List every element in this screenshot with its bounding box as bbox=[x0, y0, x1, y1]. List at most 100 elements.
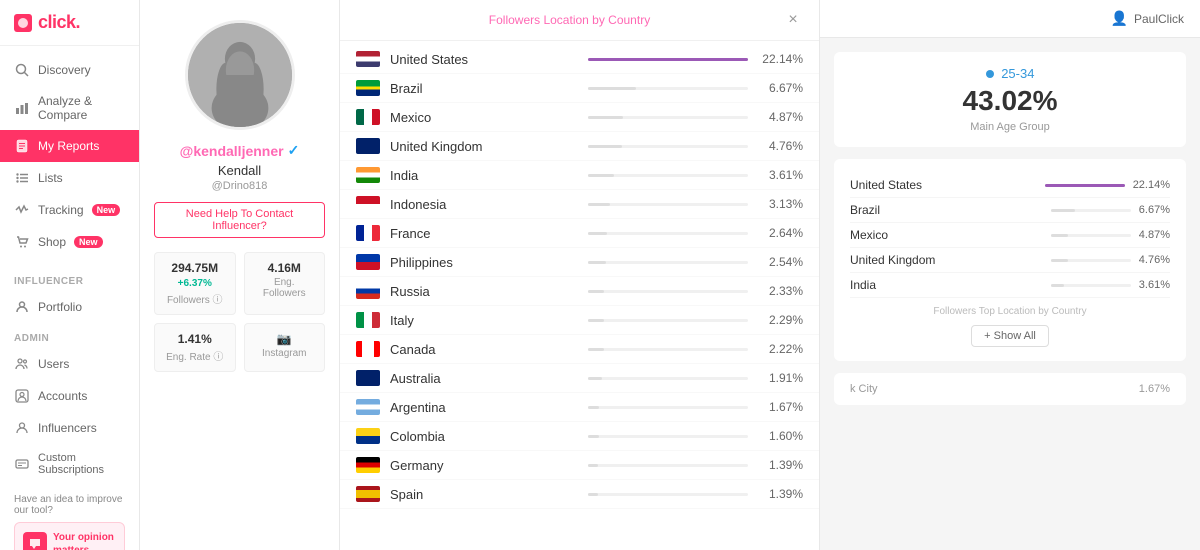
top-bar: 👤 PaulClick bbox=[820, 0, 1200, 38]
country-name: Mexico bbox=[390, 110, 578, 125]
country-bar bbox=[588, 145, 622, 148]
users-icon bbox=[14, 356, 30, 372]
eng-rate-label: Eng. Rate ⓘ bbox=[163, 348, 227, 363]
sidebar-item-tracking[interactable]: Tracking New bbox=[0, 194, 139, 226]
country-row: Germany 1.39% bbox=[340, 451, 819, 480]
stat-platform: 📷 Instagram bbox=[244, 323, 326, 372]
country-bar-wrap bbox=[588, 116, 748, 119]
modal-close-button[interactable]: × bbox=[783, 10, 803, 30]
country-name: Colombia bbox=[390, 429, 578, 444]
country-flag bbox=[356, 428, 380, 444]
followers-value: 294.75M +6.37% bbox=[163, 261, 227, 289]
sidebar-item-accounts[interactable]: Accounts bbox=[0, 380, 139, 412]
country-bar-wrap bbox=[588, 435, 748, 438]
contact-button[interactable]: Need Help To Contact Influencer? bbox=[154, 202, 325, 238]
location-bar-wrap bbox=[1051, 284, 1131, 287]
location-name: United Kingdom bbox=[850, 253, 1043, 267]
age-range-row: 25-34 bbox=[850, 66, 1170, 81]
country-bar-wrap bbox=[588, 87, 748, 90]
country-bar bbox=[588, 232, 607, 235]
opinion-box[interactable]: Your opinion matters bbox=[14, 522, 125, 550]
logo-icon bbox=[14, 14, 32, 32]
tracking-badge: New bbox=[92, 204, 121, 216]
lists-label: Lists bbox=[38, 171, 63, 185]
admin-section-label: ADMIN bbox=[0, 323, 139, 348]
sidebar-item-analyze[interactable]: Analyze & Compare bbox=[0, 86, 139, 130]
country-pct: 2.29% bbox=[758, 313, 803, 327]
country-row: Argentina 1.67% bbox=[340, 393, 819, 422]
tracking-label: Tracking bbox=[38, 203, 84, 217]
country-name: Australia bbox=[390, 371, 578, 386]
location-bar bbox=[1051, 259, 1068, 262]
country-bar bbox=[588, 87, 636, 90]
stats-grid: 294.75M +6.37% Followers ⓘ 4.16M Eng. Fo… bbox=[154, 252, 325, 372]
country-bar-wrap bbox=[588, 232, 748, 235]
country-flag bbox=[356, 254, 380, 270]
location-name: United States bbox=[850, 178, 1037, 192]
location-pct: 3.61% bbox=[1139, 279, 1170, 291]
sidebar-item-lists[interactable]: Lists bbox=[0, 162, 139, 194]
country-bar-wrap bbox=[588, 261, 748, 264]
logo-text: click. bbox=[38, 12, 80, 33]
sidebar-item-discovery[interactable]: Discovery bbox=[0, 54, 139, 86]
country-bar bbox=[588, 464, 598, 467]
location-name: Brazil bbox=[850, 203, 1043, 217]
country-pct: 2.33% bbox=[758, 284, 803, 298]
accounts-label: Accounts bbox=[38, 389, 87, 403]
location-bar-wrap bbox=[1051, 259, 1131, 262]
country-row: Mexico 4.87% bbox=[340, 103, 819, 132]
country-name: United Kingdom bbox=[390, 139, 578, 154]
show-all-button[interactable]: + Show All bbox=[971, 325, 1049, 347]
sidebar-item-my-reports[interactable]: My Reports bbox=[0, 130, 139, 162]
sidebar-item-users[interactable]: Users bbox=[0, 348, 139, 380]
eng-followers-label: Eng. Followers bbox=[253, 277, 317, 299]
sidebar-item-portfolio[interactable]: Portfolio bbox=[0, 291, 139, 323]
country-pct: 22.14% bbox=[758, 52, 803, 66]
last-row-card: k City 1.67% bbox=[834, 373, 1186, 405]
location-row: Mexico 4.87% bbox=[850, 223, 1170, 248]
country-flag bbox=[356, 80, 380, 96]
country-name: Argentina bbox=[390, 400, 578, 415]
country-pct: 2.22% bbox=[758, 342, 803, 356]
sidebar-item-custom-subscriptions[interactable]: Custom Subscriptions bbox=[0, 444, 139, 484]
age-range: 25-34 bbox=[1001, 66, 1034, 81]
location-row: Brazil 6.67% bbox=[850, 198, 1170, 223]
country-bar-wrap bbox=[588, 145, 748, 148]
country-flag bbox=[356, 486, 380, 502]
country-name: Philippines bbox=[390, 255, 578, 270]
age-dot bbox=[986, 70, 994, 78]
activity-icon bbox=[14, 202, 30, 218]
country-bar-wrap bbox=[588, 290, 748, 293]
country-bar-wrap bbox=[588, 174, 748, 177]
improve-label: Have an idea to improve our tool? bbox=[14, 494, 125, 516]
file-icon bbox=[14, 138, 30, 154]
country-bar-wrap bbox=[588, 348, 748, 351]
location-bar bbox=[1045, 184, 1125, 187]
sidebar-item-influencers[interactable]: Influencers bbox=[0, 412, 139, 444]
country-flag bbox=[356, 399, 380, 415]
country-row: Italy 2.29% bbox=[340, 306, 819, 335]
location-bar-wrap bbox=[1045, 184, 1125, 187]
search-icon bbox=[14, 62, 30, 78]
country-bar bbox=[588, 406, 599, 409]
modal-title: Followers Location by Country bbox=[356, 13, 783, 27]
shop-label: Shop bbox=[38, 235, 66, 249]
my-reports-label: My Reports bbox=[38, 139, 99, 153]
location-pct: 6.67% bbox=[1139, 204, 1170, 216]
custom-sub-label: Custom Subscriptions bbox=[38, 452, 125, 476]
location-bar bbox=[1051, 209, 1075, 212]
logo: click. bbox=[0, 0, 139, 46]
country-bar bbox=[588, 377, 602, 380]
location-rows: United States 22.14% Brazil 6.67% Mexico… bbox=[850, 173, 1170, 298]
country-pct: 1.60% bbox=[758, 429, 803, 443]
country-flag bbox=[356, 341, 380, 357]
location-bar bbox=[1051, 284, 1064, 287]
age-card: 25-34 43.02% Main Age Group bbox=[834, 52, 1186, 147]
country-pct: 1.39% bbox=[758, 458, 803, 472]
sidebar-item-shop[interactable]: Shop New bbox=[0, 226, 139, 258]
location-pct: 4.76% bbox=[1139, 254, 1170, 266]
country-flag bbox=[356, 283, 380, 299]
country-bar bbox=[588, 435, 599, 438]
age-label: Main Age Group bbox=[850, 121, 1170, 133]
location-name: India bbox=[850, 278, 1043, 292]
